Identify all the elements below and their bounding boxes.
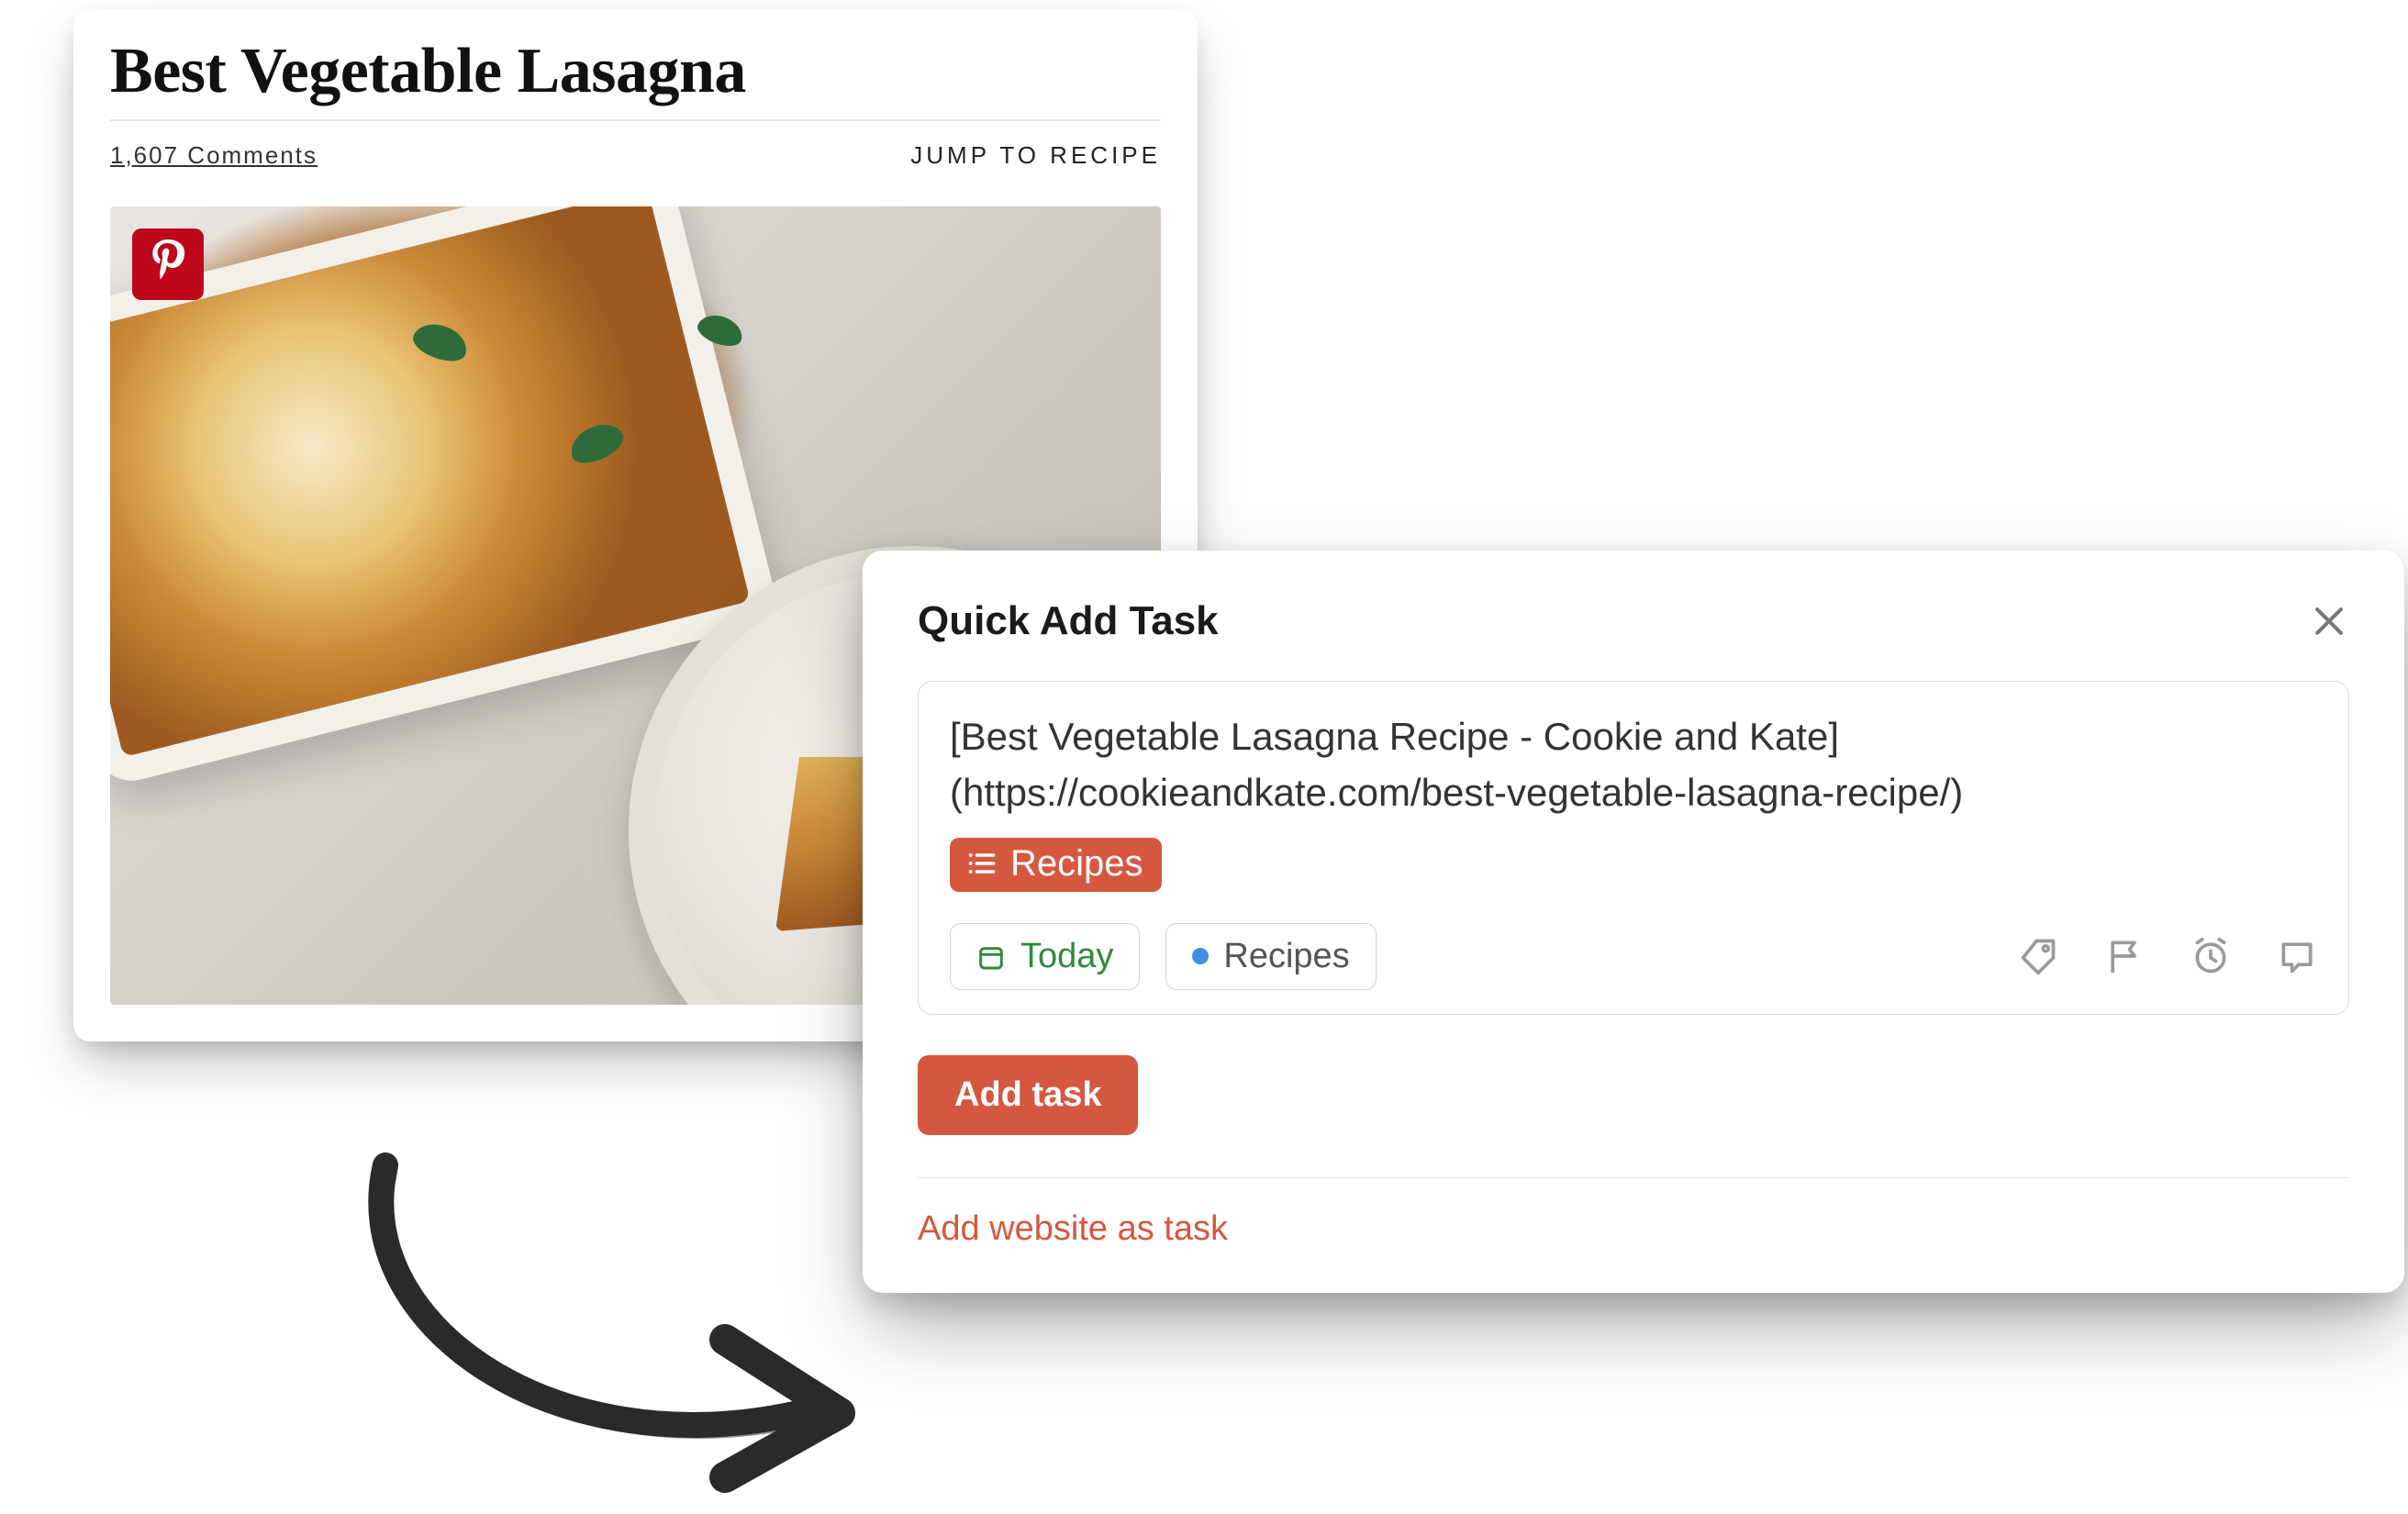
calendar-icon — [976, 941, 1006, 971]
modal-divider — [918, 1177, 2349, 1178]
recipe-title: Best Vegetable Lasagna — [110, 35, 1161, 108]
project-color-dot — [1192, 948, 1209, 964]
modal-title: Quick Add Task — [918, 598, 1219, 644]
due-date-chip[interactable]: Today — [950, 923, 1140, 990]
comments-link[interactable]: 1,607 Comments — [110, 141, 318, 170]
project-select-label: Recipes — [1223, 937, 1349, 976]
close-button[interactable] — [2309, 601, 2349, 641]
project-chip-inline[interactable]: Recipes — [950, 838, 1162, 892]
label-button[interactable] — [2018, 936, 2058, 976]
project-chip-label: Recipes — [1010, 843, 1143, 885]
tag-icon — [2018, 964, 2058, 980]
comment-icon — [2277, 964, 2317, 980]
project-select-chip[interactable]: Recipes — [1165, 923, 1376, 990]
due-date-label: Today — [1020, 937, 1113, 976]
flag-icon — [2104, 964, 2145, 980]
quick-add-task-modal: Quick Add Task [Best Vegetable Lasagna R… — [863, 551, 2404, 1293]
priority-button[interactable] — [2104, 936, 2145, 976]
add-task-button[interactable]: Add task — [918, 1055, 1138, 1135]
title-divider — [110, 119, 1161, 121]
task-input-box[interactable]: [Best Vegetable Lasagna Recipe - Cookie … — [918, 681, 2349, 1015]
jump-to-recipe-link[interactable]: JUMP TO RECIPE — [910, 141, 1161, 170]
list-icon — [964, 847, 998, 880]
recipe-meta-row: 1,607 Comments JUMP TO RECIPE — [110, 141, 1161, 170]
chip-row: Today Recipes — [950, 923, 2317, 990]
comment-button[interactable] — [2277, 936, 2317, 976]
action-icon-group — [2018, 936, 2317, 976]
arrow-illustration — [321, 1129, 890, 1514]
task-text-input[interactable]: [Best Vegetable Lasagna Recipe - Cookie … — [950, 709, 2317, 821]
modal-header: Quick Add Task — [918, 598, 2349, 644]
pinterest-save-button[interactable] — [132, 228, 204, 300]
add-website-as-task-link[interactable]: Add website as task — [918, 1209, 2349, 1249]
pinterest-icon — [149, 239, 187, 290]
alarm-icon — [2191, 964, 2231, 980]
reminder-button[interactable] — [2191, 936, 2231, 976]
close-icon — [2309, 629, 2349, 645]
